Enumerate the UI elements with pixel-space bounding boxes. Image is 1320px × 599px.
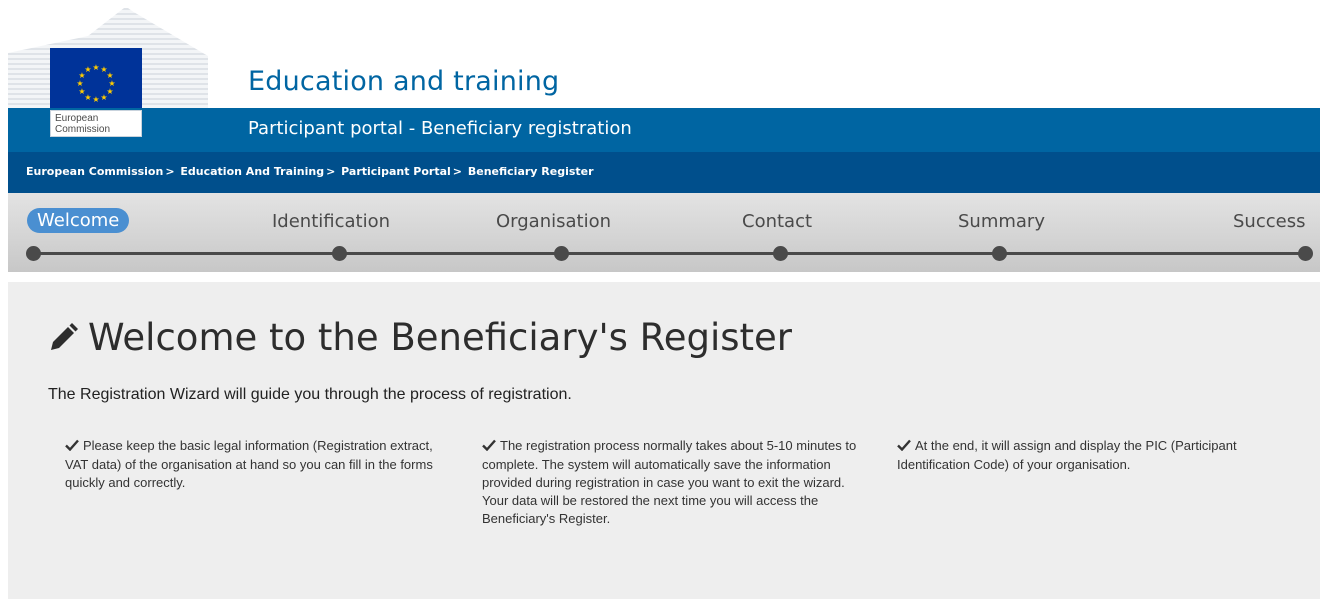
check-icon (65, 438, 79, 456)
svg-text:★: ★ (78, 87, 85, 96)
breadcrumb: European Commission > Education And Train… (26, 165, 594, 178)
page-title: Welcome to the Beneficiary's Register (48, 316, 792, 362)
breadcrumb-beneficiary-register[interactable]: Beneficiary Register (468, 165, 594, 178)
info-text-1: Please keep the basic legal information … (65, 438, 433, 490)
check-icon (482, 438, 496, 456)
check-icon (897, 438, 911, 456)
info-text-2: The registration process normally takes … (482, 438, 857, 526)
step-welcome[interactable]: Welcome (27, 208, 130, 233)
info-column-3: At the end, it will assign and display t… (897, 437, 1267, 474)
step-dot-success (1298, 246, 1313, 261)
svg-text:★: ★ (92, 63, 99, 72)
breadcrumb-european-commission[interactable]: European Commission (26, 165, 163, 178)
step-dot-organisation (554, 246, 569, 261)
portal-subtitle: Participant portal - Beneficiary registr… (248, 118, 632, 139)
portal-title-bar: Participant portal - Beneficiary registr… (8, 108, 1320, 152)
step-summary[interactable]: Summary (958, 211, 1045, 232)
step-success[interactable]: Success (1233, 211, 1305, 232)
info-column-1: Please keep the basic legal information … (65, 437, 445, 492)
step-contact[interactable]: Contact (742, 211, 812, 232)
breadcrumb-bar: European Commission > Education And Train… (8, 152, 1320, 193)
info-text-3: At the end, it will assign and display t… (897, 438, 1237, 472)
info-column-2: The registration process normally takes … (482, 437, 866, 528)
breadcrumb-education-and-training[interactable]: Education And Training (180, 165, 324, 178)
svg-text:★: ★ (76, 79, 83, 88)
step-dot-identification (332, 246, 347, 261)
step-dot-contact (773, 246, 788, 261)
site-title[interactable]: Education and training (248, 66, 559, 97)
step-dot-summary (992, 246, 1007, 261)
wizard-steps: Welcome Identification Organisation Cont… (8, 193, 1320, 272)
step-dot-welcome (26, 246, 41, 261)
breadcrumb-participant-portal[interactable]: Participant Portal (341, 165, 451, 178)
svg-text:★: ★ (84, 65, 91, 74)
pencil-icon (48, 319, 78, 362)
logo-line-1: European (55, 113, 99, 124)
step-identification[interactable]: Identification (272, 211, 390, 232)
logo-line-2: Commission (55, 124, 111, 135)
svg-text:★: ★ (100, 93, 107, 102)
step-organisation[interactable]: Organisation (496, 211, 611, 232)
svg-text:★: ★ (92, 95, 99, 104)
wizard-track (32, 252, 1310, 255)
intro-text: The Registration Wizard will guide you t… (48, 386, 572, 403)
page-title-text: Welcome to the Beneficiary's Register (88, 316, 793, 359)
welcome-panel: Welcome to the Beneficiary's Register Th… (8, 282, 1320, 599)
ec-logo-label: European Commission (50, 110, 142, 137)
